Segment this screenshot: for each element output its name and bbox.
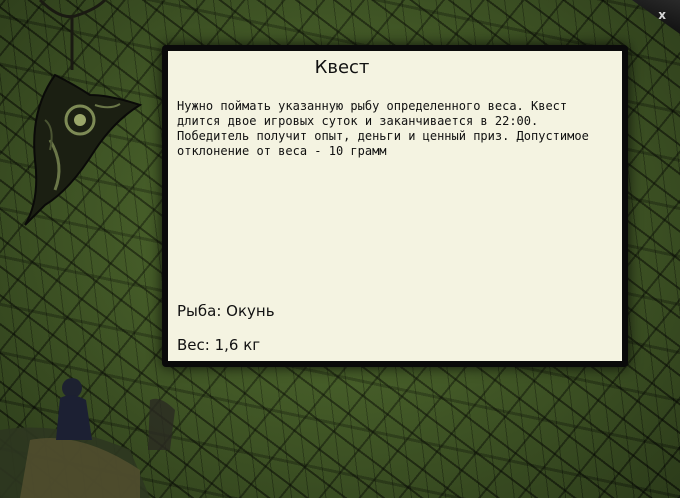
- fish-row: Рыба: Окунь: [177, 302, 275, 320]
- weight-label: Вес:: [177, 336, 210, 354]
- quest-description: Нужно поймать указанную рыбу определенно…: [177, 99, 589, 158]
- dialog-title: Квест: [314, 57, 370, 78]
- weight-value: 1,6 кг: [214, 336, 261, 354]
- fisherman-boat-icon: [0, 378, 175, 498]
- fish-value: Окунь: [226, 302, 275, 320]
- fish-emblem-icon: [24, 73, 143, 226]
- fish-label: Рыба:: [177, 302, 222, 320]
- quest-dialog: Квест Нужно поймать указанную рыбу опред…: [168, 51, 622, 361]
- chain-icon: [38, 0, 107, 70]
- weight-row: Вес: 1,6 кг: [177, 336, 260, 354]
